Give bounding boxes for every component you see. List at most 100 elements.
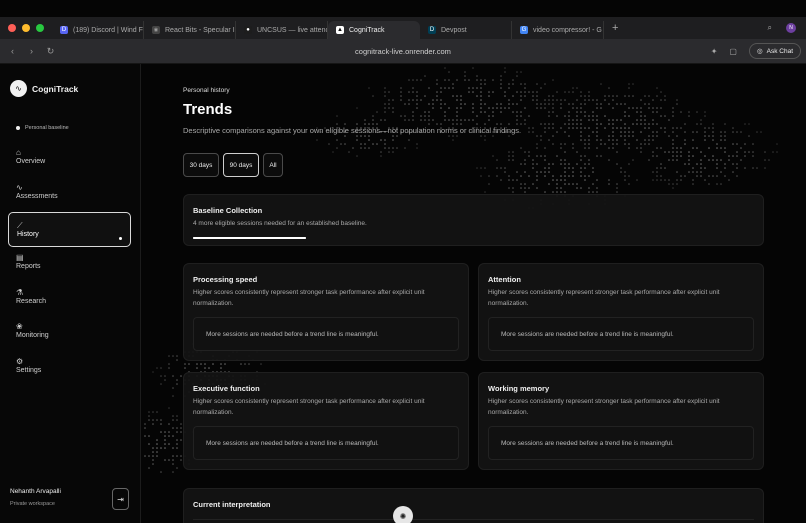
browser-tab[interactable]: D (189) Discord | Wind F	[52, 21, 144, 39]
user-info: Nehanth Arvapalli Private workspace	[10, 488, 61, 507]
trend-empty-state: More sessions are needed before a trend …	[193, 317, 459, 351]
profile-avatar[interactable]: N	[786, 23, 796, 33]
tab-label: CogniTrack	[349, 26, 385, 34]
brain-icon: ❀	[16, 322, 23, 331]
tab-favicon-icon: D	[428, 26, 436, 34]
sidebar-item-label: Assessments	[16, 193, 58, 200]
sidebar-item-label: Monitoring	[16, 332, 49, 339]
tab-favicon-icon: ●	[244, 26, 252, 34]
browser-tab-bar: D (189) Discord | Wind F ⚛ React Bits - Spe…	[0, 17, 806, 39]
user-workspace: Private workspace	[10, 501, 55, 507]
sidebar: ∿ CogniTrack Personal baseline ⌂ Overview…	[0, 64, 141, 523]
tab-label: React Bits - Specular I	[165, 26, 235, 34]
page-eyebrow: Personal history	[183, 87, 230, 94]
baseline-progress-bar	[193, 237, 306, 239]
app-root: ∿ CogniTrack Personal baseline ⌂ Overview…	[0, 64, 806, 523]
minimize-window-button[interactable]	[22, 24, 30, 32]
trend-empty-state: More sessions are needed before a trend …	[488, 426, 754, 460]
baseline-label: Personal baseline	[25, 125, 69, 131]
sidebar-item-assessments[interactable]: ∿ Assessments	[8, 175, 131, 210]
ask-chat-button[interactable]: ◎ Ask Chat	[748, 43, 801, 59]
chat-icon: ◎	[756, 48, 763, 55]
baseline-card: Baseline Collection 4 more eligible sess…	[183, 194, 764, 246]
sidebar-item-settings[interactable]: ⚙ Settings	[8, 349, 131, 384]
sidebar-item-monitoring[interactable]: ❀ Monitoring	[8, 314, 131, 349]
logout-button[interactable]: ⇥	[112, 488, 129, 510]
metric-description: Higher scores consistently represent str…	[488, 289, 720, 307]
address-bar: ‹ › ↻ cognitrack-live.onrender.com ✦ ▢ ◎…	[0, 39, 806, 64]
interpretation-divider	[193, 519, 754, 520]
sidebar-item-label: Settings	[16, 367, 42, 374]
trend-empty-state: More sessions are needed before a trend …	[488, 317, 754, 351]
tab-favicon-icon: G	[520, 26, 528, 34]
interpretation-card: Current interpretation	[183, 488, 764, 523]
metric-title: Attention	[488, 275, 521, 284]
metric-title: Working memory	[488, 384, 550, 393]
logo-text: CogniTrack	[32, 83, 79, 94]
gear-icon: ✺	[399, 511, 407, 521]
baseline-card-title: Baseline Collection	[193, 206, 263, 215]
browser-tabs: D (189) Discord | Wind F ⚛ React Bits - Spe…	[52, 17, 604, 39]
metric-description: Higher scores consistently represent str…	[193, 289, 425, 307]
close-window-button[interactable]	[8, 24, 16, 32]
chart-line-icon: ⟋	[17, 221, 23, 230]
home-icon: ⌂	[16, 148, 21, 157]
status-dot-icon	[16, 126, 20, 130]
sidebar-item-history[interactable]: ⟋ History	[8, 212, 131, 247]
maximize-window-button[interactable]	[36, 24, 44, 32]
browser-tab[interactable]: ● UNCSUS — live attenc	[236, 21, 328, 39]
tab-favicon-icon: D	[60, 26, 68, 34]
sidebar-item-overview[interactable]: ⌂ Overview	[8, 140, 131, 175]
sidebar-item-label: Overview	[16, 158, 46, 165]
browser-tab[interactable]: ⚛ React Bits - Specular I	[144, 21, 236, 39]
metric-card-attention: Attention Higher scores consistently rep…	[478, 263, 764, 361]
window-controls	[0, 24, 52, 32]
empty-state-text: More sessions are needed before a trend …	[501, 331, 674, 338]
browser-tab[interactable]: D Devpost	[420, 21, 512, 39]
tab-label: video compressor! - G	[533, 26, 602, 34]
metric-description: Higher scores consistently represent str…	[193, 398, 425, 416]
sidebar-item-research[interactable]: ⚗ Research	[8, 280, 131, 315]
gear-icon: ⚙	[16, 357, 24, 366]
metric-description: Higher scores consistently represent str…	[488, 398, 720, 416]
main-content: Personal history Trends Descriptive comp…	[141, 64, 806, 523]
sidebar-toggle-icon[interactable]: ▢	[729, 47, 737, 56]
new-tab-button[interactable]: +	[612, 22, 618, 34]
range-all-button[interactable]: All	[263, 153, 283, 177]
metric-card-processing-speed: Processing speed Higher scores consisten…	[183, 263, 469, 361]
tab-label: UNCSUS — live attenc	[257, 26, 328, 34]
page-subtitle: Descriptive comparisons against your own…	[183, 126, 522, 135]
settings-fab[interactable]: ✺	[393, 506, 413, 523]
ask-chat-label: Ask Chat	[766, 47, 793, 55]
active-indicator-dot	[119, 237, 122, 240]
search-tabs-icon[interactable]: ⌕	[768, 23, 772, 33]
page-title: Trends	[183, 101, 233, 118]
sidebar-item-label: Research	[16, 298, 46, 305]
baseline-status: Personal baseline	[16, 125, 69, 131]
tab-label: (189) Discord | Wind F	[73, 26, 143, 34]
range-30-days-button[interactable]: 30 days	[183, 153, 219, 177]
logout-icon: ⇥	[117, 494, 124, 504]
user-name: Nehanth Arvapalli	[10, 488, 61, 495]
interpretation-title: Current interpretation	[193, 500, 271, 509]
sidebar-item-reports[interactable]: ▤ Reports	[8, 245, 131, 280]
logo[interactable]: ∿ CogniTrack	[10, 80, 78, 97]
metric-card-executive-function: Executive function Higher scores consist…	[183, 372, 469, 470]
empty-state-text: More sessions are needed before a trend …	[501, 440, 674, 447]
empty-state-text: More sessions are needed before a trend …	[206, 331, 379, 338]
document-icon: ▤	[16, 253, 24, 262]
trend-empty-state: More sessions are needed before a trend …	[193, 426, 459, 460]
browser-tab[interactable]: Gvideo compressor! - G	[512, 21, 604, 39]
range-selector: 30 days 90 days All	[183, 153, 283, 177]
browser-tab[interactable]: ▲ CogniTrack	[328, 21, 420, 39]
tab-favicon-icon: ▲	[336, 26, 344, 34]
flask-icon: ⚗	[16, 288, 24, 297]
range-90-days-button[interactable]: 90 days	[223, 153, 259, 177]
metric-title: Processing speed	[193, 275, 258, 284]
activity-icon: ∿	[16, 183, 23, 192]
tab-favicon-icon: ⚛	[152, 26, 160, 34]
extensions-icon[interactable]: ✦	[711, 47, 718, 56]
url-field[interactable]: cognitrack-live.onrender.com	[0, 47, 806, 56]
empty-state-text: More sessions are needed before a trend …	[206, 440, 379, 447]
sidebar-item-label: History	[17, 231, 39, 238]
